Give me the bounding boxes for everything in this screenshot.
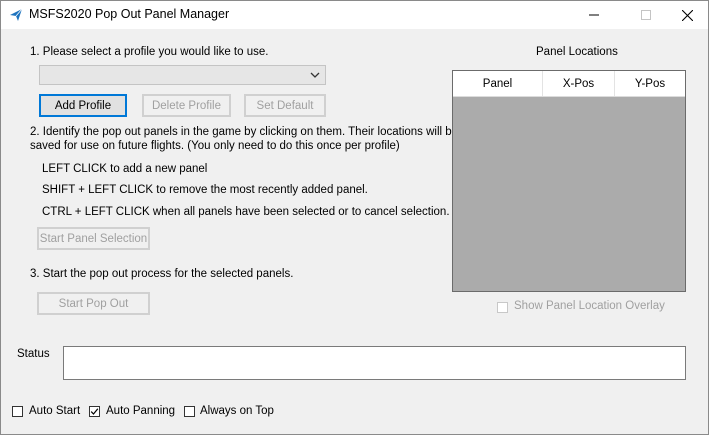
window-title: MSFS2020 Pop Out Panel Manager: [29, 7, 230, 21]
step1-instruction: 1. Please select a profile you would lik…: [30, 46, 269, 58]
chevron-down-icon: [310, 72, 320, 78]
hint-shift-click: SHIFT + LEFT CLICK to remove the most re…: [42, 184, 368, 196]
minimize-button[interactable]: [571, 1, 617, 29]
auto-panning-label: Auto Panning: [106, 405, 176, 417]
hint-left-click: LEFT CLICK to add a new panel: [42, 163, 208, 175]
grid-header: Panel X-Pos Y-Pos: [453, 71, 685, 97]
profile-select[interactable]: [39, 65, 326, 85]
start-panel-selection-button[interactable]: Start Panel Selection: [37, 227, 150, 250]
maximize-icon: [641, 10, 651, 20]
main-window: MSFS2020 Pop Out Panel Manager 1. Please…: [0, 0, 709, 435]
auto-start-checkbox[interactable]: [12, 406, 23, 417]
close-icon: [681, 9, 693, 21]
column-header-y-pos[interactable]: Y-Pos: [615, 71, 685, 96]
checkmark-icon: [90, 408, 99, 415]
title-bar[interactable]: MSFS2020 Pop Out Panel Manager: [1, 1, 708, 29]
maximize-button[interactable]: [623, 1, 669, 29]
overlay-checkbox[interactable]: [497, 302, 508, 313]
step2-instruction-line1: 2. Identify the pop out panels in the ga…: [30, 126, 459, 138]
auto-start-label: Auto Start: [29, 405, 81, 417]
always-on-top-label: Always on Top: [200, 405, 274, 417]
panel-locations-title: Panel Locations: [536, 46, 618, 58]
set-default-button[interactable]: Set Default: [244, 94, 326, 117]
auto-panning-checkbox[interactable]: [89, 406, 100, 417]
column-header-panel[interactable]: Panel: [453, 71, 543, 96]
step2-instruction-line2: saved for use on future flights. (You on…: [30, 140, 400, 152]
panel-locations-grid[interactable]: Panel X-Pos Y-Pos: [452, 70, 686, 292]
minimize-icon: [589, 14, 599, 16]
step3-instruction: 3. Start the pop out process for the sel…: [30, 268, 294, 280]
column-header-x-pos[interactable]: X-Pos: [543, 71, 615, 96]
always-on-top-checkbox[interactable]: [184, 406, 195, 417]
overlay-label: Show Panel Location Overlay: [514, 300, 665, 312]
close-button[interactable]: [664, 1, 709, 29]
start-pop-out-button[interactable]: Start Pop Out: [37, 292, 150, 315]
app-icon: [10, 8, 23, 21]
status-label: Status: [17, 348, 50, 360]
hint-ctrl-click: CTRL + LEFT CLICK when all panels have b…: [42, 206, 450, 218]
delete-profile-button[interactable]: Delete Profile: [142, 94, 231, 117]
status-field[interactable]: [63, 346, 686, 380]
add-profile-button[interactable]: Add Profile: [39, 94, 127, 117]
